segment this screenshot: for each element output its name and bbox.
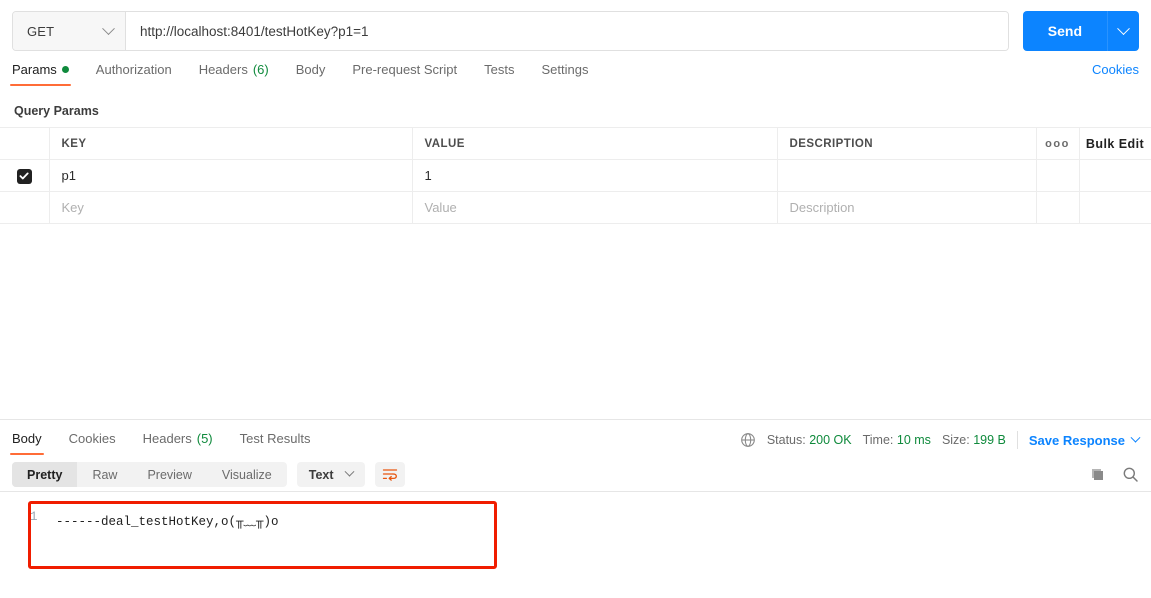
status-stat: Status: 200 OK	[767, 433, 852, 447]
wrap-text-button[interactable]	[374, 462, 405, 487]
response-tab-cookies[interactable]: Cookies	[69, 431, 116, 455]
send-button[interactable]: Send	[1022, 11, 1107, 51]
request-url-bar: GET Send	[0, 0, 1151, 62]
table-header-row: KEY VALUE DESCRIPTION ooo Bulk Edit	[0, 127, 1151, 160]
save-response-button[interactable]: Save Response	[1028, 432, 1141, 448]
tab-body[interactable]: Body	[296, 62, 326, 86]
response-tab-headers[interactable]: Headers (5)	[143, 431, 213, 455]
cookies-link[interactable]: Cookies	[1092, 62, 1139, 86]
copy-icon[interactable]	[1089, 466, 1106, 483]
method-url-group: GET	[12, 11, 1009, 51]
bulk-edit-button[interactable]: Bulk Edit	[1086, 137, 1144, 151]
http-method-label: GET	[27, 23, 55, 39]
query-params-title: Query Params	[14, 104, 99, 118]
response-format-label: Text	[308, 467, 334, 482]
response-tab-cookies-label: Cookies	[68, 431, 116, 446]
new-row-key-input[interactable]: Key	[49, 191, 413, 224]
header-checkbox-cell	[0, 127, 50, 160]
response-tab-headers-label: Headers	[142, 431, 192, 446]
url-input[interactable]	[126, 12, 1008, 50]
tab-authorization-label: Authorization	[95, 62, 172, 77]
response-body-text: ------deal_testHotKey,o(╥﹏╥)o	[56, 515, 279, 529]
header-key: KEY	[49, 127, 413, 160]
tab-tests-label: Tests	[484, 62, 515, 77]
send-group: Send	[1022, 11, 1139, 51]
table-row: p1 1	[0, 159, 1151, 192]
size-stat: Size: 199 B	[942, 433, 1006, 447]
response-tab-headers-count: (5)	[196, 431, 213, 446]
view-mode-preview[interactable]: Preview	[132, 462, 206, 487]
tab-headers[interactable]: Headers (6)	[199, 62, 269, 86]
chevron-down-icon	[1130, 432, 1141, 443]
time-label: Time:	[862, 433, 894, 447]
table-row-placeholder: Key Value Description	[0, 191, 1151, 224]
new-row-description-input[interactable]: Description	[777, 191, 1037, 224]
time-value: 10 ms	[896, 433, 931, 447]
response-code-area[interactable]: 1 ------deal_testHotKey,o(╥﹏╥)o	[12, 492, 1139, 529]
wrap-text-icon	[382, 469, 397, 481]
header-value: VALUE	[412, 127, 778, 160]
chevron-down-icon	[1117, 21, 1130, 35]
query-params-table: KEY VALUE DESCRIPTION ooo Bulk Edit p1 1…	[0, 127, 1151, 224]
row-checkbox[interactable]	[16, 168, 32, 184]
row-description[interactable]	[777, 159, 1037, 192]
chevron-down-icon	[102, 21, 115, 35]
status-value: 200 OK	[809, 433, 852, 447]
request-tabs: Params Authorization Headers (6) Body Pr…	[0, 62, 1151, 96]
new-row-value-input[interactable]: Value	[412, 191, 778, 224]
divider	[1016, 431, 1018, 449]
tab-authorization[interactable]: Authorization	[96, 62, 172, 86]
view-mode-pretty[interactable]: Pretty	[12, 462, 78, 487]
status-label: Status:	[766, 433, 806, 447]
response-view-mode-group: Pretty Raw Preview Visualize	[12, 462, 287, 487]
http-method-select[interactable]: GET	[13, 12, 126, 50]
response-body-viewer: 1 ------deal_testHotKey,o(╥﹏╥)o	[0, 492, 1151, 592]
globe-icon[interactable]	[740, 432, 756, 448]
response-view-toolbar: Pretty Raw Preview Visualize Text	[0, 458, 1151, 491]
response-tab-test-results-label: Test Results	[239, 431, 311, 446]
time-stat: Time: 10 ms	[863, 433, 931, 447]
tab-headers-label: Headers	[198, 62, 248, 77]
response-stats: Status: 200 OK Time: 10 ms Size: 199 B S…	[740, 431, 1141, 449]
size-value: 199 B	[973, 433, 1006, 447]
response-header: Body Cookies Headers (5) Test Results St…	[0, 422, 1151, 458]
view-mode-raw[interactable]: Raw	[77, 462, 132, 487]
tab-params[interactable]: Params	[10, 62, 71, 86]
tab-settings-label: Settings	[541, 62, 589, 77]
params-modified-dot-icon	[61, 66, 69, 73]
tab-params-label: Params	[12, 62, 57, 77]
response-action-icons	[1089, 466, 1139, 483]
row-key[interactable]: p1	[49, 159, 413, 192]
row-value[interactable]: 1	[412, 159, 778, 192]
view-mode-visualize[interactable]: Visualize	[207, 462, 287, 487]
response-tab-test-results[interactable]: Test Results	[240, 431, 311, 455]
tab-body-label: Body	[295, 62, 326, 77]
check-icon	[19, 172, 29, 180]
response-tab-body-label: Body	[12, 431, 42, 446]
table-options-icon[interactable]: ooo	[1045, 138, 1070, 150]
line-number: 1	[30, 510, 38, 524]
chevron-down-icon	[344, 466, 354, 477]
send-options-button[interactable]	[1107, 11, 1139, 51]
header-description: DESCRIPTION	[777, 127, 1037, 160]
tab-pre-request-script[interactable]: Pre-request Script	[352, 62, 457, 86]
size-label: Size:	[941, 433, 970, 447]
request-pane-empty-area	[0, 224, 1151, 420]
tab-pre-request-script-label: Pre-request Script	[352, 62, 458, 77]
tab-headers-count: (6)	[252, 62, 269, 77]
response-tab-body[interactable]: Body	[10, 431, 44, 455]
tab-settings[interactable]: Settings	[541, 62, 588, 86]
response-tabs: Body Cookies Headers (5) Test Results	[10, 422, 337, 458]
search-icon[interactable]	[1122, 466, 1139, 483]
save-response-label: Save Response	[1028, 432, 1125, 448]
response-format-select[interactable]: Text	[296, 462, 365, 487]
tab-tests[interactable]: Tests	[484, 62, 514, 86]
